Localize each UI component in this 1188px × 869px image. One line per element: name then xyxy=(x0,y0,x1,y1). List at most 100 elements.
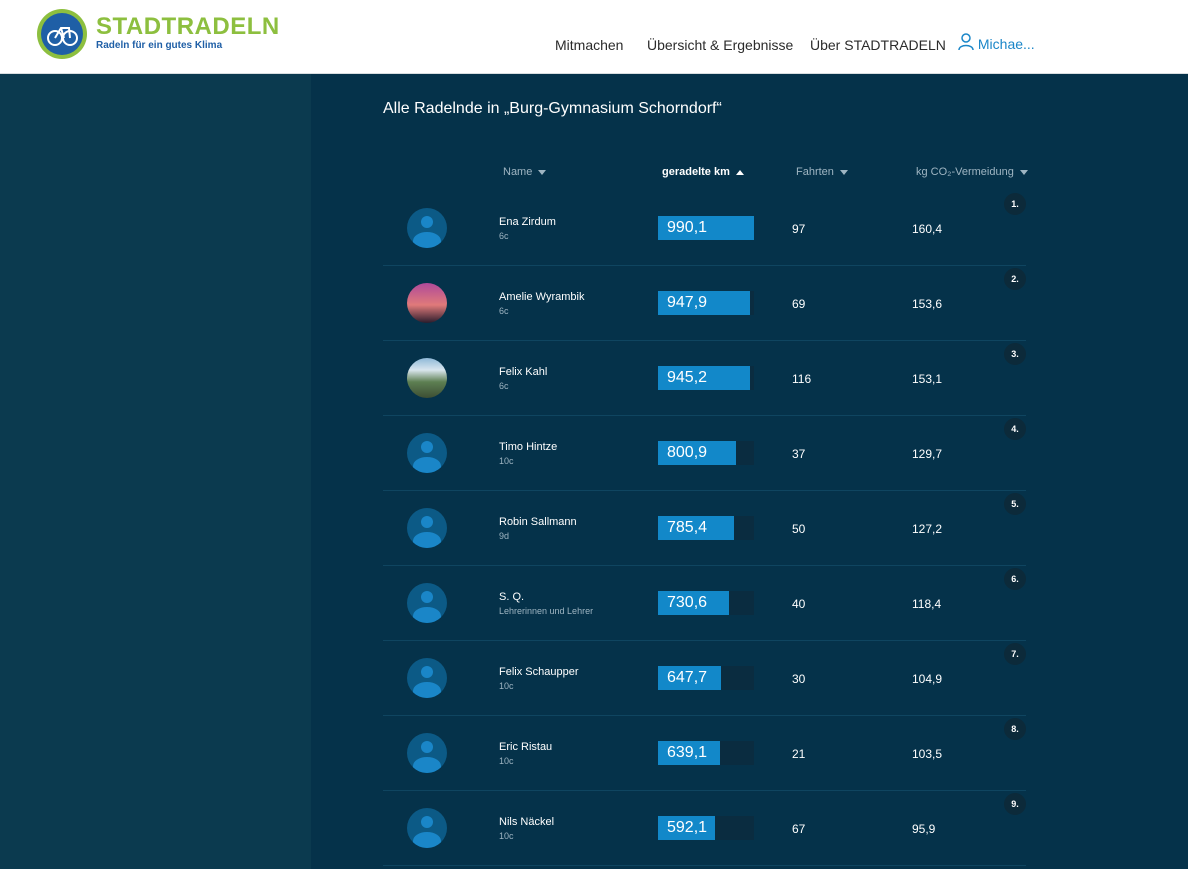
participant-name: Nils Näckel xyxy=(499,816,555,828)
km-value: 639,1 xyxy=(667,744,708,761)
table-row[interactable]: Felix Kahl 6c 945,2 116 153,1 3. xyxy=(383,341,1026,416)
column-header-km[interactable]: geradelte km xyxy=(662,166,744,178)
avatar-placeholder-icon xyxy=(407,508,447,548)
rank-badge: 8. xyxy=(1004,718,1026,740)
nav-ueber-stadtradeln[interactable]: Über STADTRADELN xyxy=(810,37,946,53)
km-value: 945,2 xyxy=(667,369,708,386)
participant-class: 6c xyxy=(499,231,509,241)
participants-table: Ena Zirdum 6c 990,1 97 160,4 1. Amelie Wyrambi… xyxy=(383,191,1026,866)
km-bar: 785,4 xyxy=(658,516,754,540)
trips-value: 37 xyxy=(792,447,806,461)
participant-class: 10c xyxy=(499,831,514,841)
table-row[interactable]: Felix Schaupper 10c 647,7 30 104,9 7. xyxy=(383,641,1026,716)
sort-down-icon xyxy=(1019,169,1028,175)
rank-badge: 3. xyxy=(1004,343,1026,365)
km-bar: 639,1 xyxy=(658,741,754,765)
trips-value: 40 xyxy=(792,597,806,611)
table-row[interactable]: Timo Hintze 10c 800,9 37 129,7 4. xyxy=(383,416,1026,491)
co2-value: 153,6 xyxy=(912,297,943,311)
user-name: Michae... xyxy=(977,36,1035,52)
sidebar xyxy=(0,74,311,869)
participant-class: 6c xyxy=(499,381,509,391)
rank-badge: 4. xyxy=(1004,418,1026,440)
avatar-placeholder-icon xyxy=(407,208,447,248)
avatar-placeholder-icon xyxy=(407,808,447,848)
co2-value: 104,9 xyxy=(912,672,943,686)
participant-name: Timo Hintze xyxy=(499,441,558,453)
page-title: Alle Radelnde in „Burg-Gymnasium Schornd… xyxy=(383,100,722,117)
participant-class: 10c xyxy=(499,681,514,691)
table-row[interactable]: S. Q. Lehrerinnen und Lehrer 730,6 40 118,4 6… xyxy=(383,566,1026,641)
trips-value: 67 xyxy=(792,822,806,836)
avatar xyxy=(407,358,447,398)
km-bar: 990,1 xyxy=(658,216,754,240)
column-header-name[interactable]: Name xyxy=(503,166,547,178)
sort-up-icon xyxy=(735,169,744,175)
participant-class: Lehrerinnen und Lehrer xyxy=(499,606,594,616)
co2-value: 129,7 xyxy=(912,447,943,461)
participant-name: Felix Kahl xyxy=(499,366,548,378)
table-row[interactable]: Nils Näckel 10c 592,1 67 95,9 9. xyxy=(383,791,1026,866)
km-value: 800,9 xyxy=(667,444,708,461)
avatar xyxy=(407,283,447,323)
rank-badge: 9. xyxy=(1004,793,1026,815)
avatar-placeholder-icon xyxy=(407,733,447,773)
km-value: 647,7 xyxy=(667,669,708,686)
rank-badge: 6. xyxy=(1004,568,1026,590)
participant-class: 6c xyxy=(499,306,509,316)
avatar-placeholder-icon xyxy=(407,583,447,623)
trips-value: 97 xyxy=(792,222,806,236)
km-bar: 947,9 xyxy=(658,291,754,315)
stadtradeln-logo-icon[interactable] xyxy=(37,9,87,59)
table-row[interactable]: Amelie Wyrambik 6c 947,9 69 153,6 2. xyxy=(383,266,1026,341)
km-bar: 730,6 xyxy=(658,591,754,615)
user-icon xyxy=(958,33,974,51)
participant-name: Felix Schaupper xyxy=(499,666,579,678)
bicycle-icon xyxy=(41,13,83,55)
trips-value: 50 xyxy=(792,522,806,536)
column-header-trips[interactable]: Fahrten xyxy=(796,166,848,178)
participant-class: 10c xyxy=(499,756,514,766)
rank-badge: 1. xyxy=(1004,193,1026,215)
co2-value: 160,4 xyxy=(912,222,943,236)
trips-value: 30 xyxy=(792,672,806,686)
trips-value: 116 xyxy=(792,372,812,386)
trips-value: 69 xyxy=(792,297,806,311)
km-bar: 800,9 xyxy=(658,441,754,465)
rank-badge: 7. xyxy=(1004,643,1026,665)
avatar-placeholder-icon xyxy=(407,433,447,473)
participant-name: S. Q. xyxy=(499,591,525,603)
table-row[interactable]: Eric Ristau 10c 639,1 21 103,5 8. xyxy=(383,716,1026,791)
km-value: 592,1 xyxy=(667,819,708,836)
km-value: 990,1 xyxy=(667,219,708,236)
sort-down-icon xyxy=(839,169,848,175)
participant-class: 9d xyxy=(499,531,510,541)
column-header-co2[interactable]: kg CO₂-Vermeidung xyxy=(916,166,1028,178)
user-menu[interactable]: Michae... xyxy=(958,33,1035,52)
co2-value: 95,9 xyxy=(912,822,936,836)
co2-value: 118,4 xyxy=(912,597,942,611)
trips-value: 21 xyxy=(792,747,806,761)
logo-title[interactable]: STADTRADELN xyxy=(96,13,280,41)
co2-value: 103,5 xyxy=(912,747,943,761)
table-row[interactable]: Robin Sallmann 9d 785,4 50 127,2 5. xyxy=(383,491,1026,566)
participant-name: Ena Zirdum xyxy=(499,216,556,228)
co2-value: 127,2 xyxy=(912,522,943,536)
nav-mitmachen[interactable]: Mitmachen xyxy=(555,37,623,53)
participant-name: Amelie Wyrambik xyxy=(499,291,585,303)
co2-value: 153,1 xyxy=(912,372,943,386)
column-header-co2-label: kg CO₂-Vermeidung xyxy=(916,166,1014,178)
column-header-km-label: geradelte km xyxy=(662,166,730,178)
km-value: 947,9 xyxy=(667,294,708,311)
rank-badge: 2. xyxy=(1004,268,1026,290)
participant-class: 10c xyxy=(499,456,514,466)
table-row[interactable]: Ena Zirdum 6c 990,1 97 160,4 1. xyxy=(383,191,1026,266)
column-header-name-label: Name xyxy=(503,166,533,178)
participant-name: Robin Sallmann xyxy=(499,516,577,528)
nav-uebersicht-ergebnisse[interactable]: Übersicht & Ergebnisse xyxy=(647,37,793,53)
km-value: 785,4 xyxy=(667,519,708,536)
km-value: 730,6 xyxy=(667,594,708,611)
participant-name: Eric Ristau xyxy=(499,741,553,753)
sort-down-icon xyxy=(538,169,547,175)
logo-subtitle: Radeln für ein gutes Klima xyxy=(96,40,223,51)
